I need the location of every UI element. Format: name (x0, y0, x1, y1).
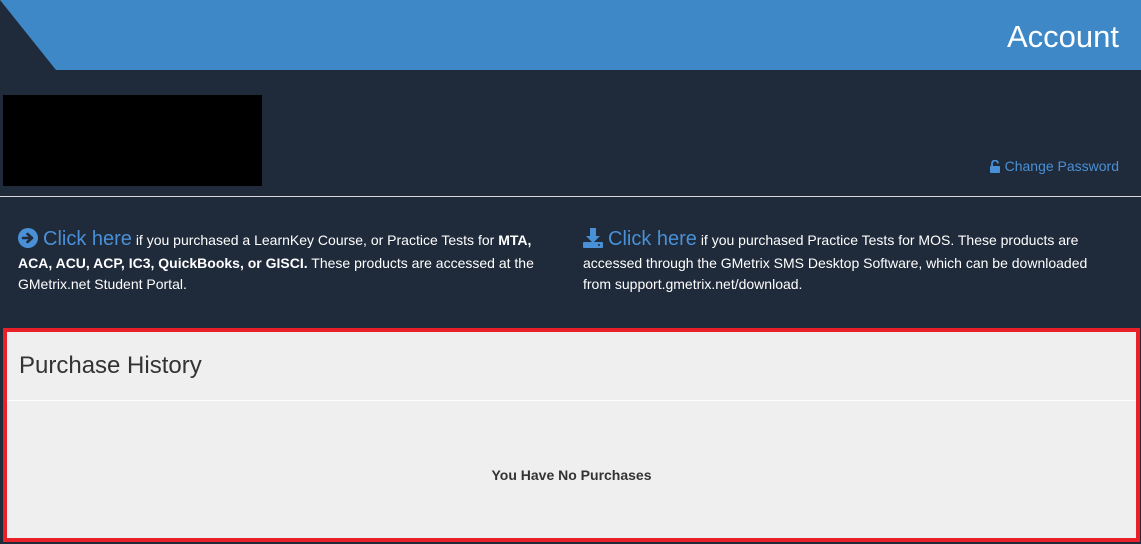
student-portal-info: Click here if you purchased a LearnKey C… (18, 228, 558, 295)
section-divider (0, 196, 1141, 197)
sms-desktop-info: Click here if you purchased Practice Tes… (583, 228, 1113, 295)
header-banner: Account (0, 0, 1141, 70)
student-portal-link[interactable]: Click here (18, 228, 132, 250)
empty-purchases-message: You Have No Purchases (491, 467, 652, 483)
purchase-history-title: Purchase History (19, 352, 202, 379)
download-icon (583, 228, 603, 253)
sms-desktop-link-label: Click here (608, 228, 697, 250)
purchase-history-header: Purchase History (7, 332, 1136, 401)
sms-desktop-link[interactable]: Click here (583, 228, 697, 250)
header-bar (0, 0, 1141, 70)
change-password-label: Change Password (1004, 158, 1119, 174)
purchase-history-panel: Purchase History You Have No Purchases (3, 328, 1140, 542)
redacted-account-info (3, 95, 262, 186)
arrow-circle-right-icon (18, 228, 38, 253)
student-portal-link-label: Click here (43, 228, 132, 250)
page-title: Account (1006, 19, 1119, 54)
change-password-link[interactable]: Change Password (989, 157, 1119, 175)
unlock-icon (989, 159, 1001, 173)
student-portal-text-1: if you purchased a LearnKey Course, or P… (135, 232, 495, 248)
